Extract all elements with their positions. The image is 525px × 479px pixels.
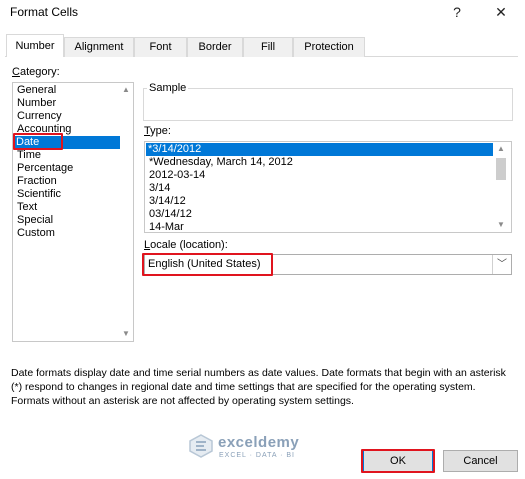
type-item[interactable]: *Wednesday, March 14, 2012 (147, 156, 295, 169)
tab-number[interactable]: Number (6, 34, 64, 57)
cancel-button[interactable]: Cancel (443, 450, 518, 472)
category-item-general[interactable]: General (15, 84, 58, 97)
type-item[interactable]: 3/14/12 (147, 195, 188, 208)
window-title: Format Cells (10, 5, 79, 19)
sample-group (143, 88, 513, 121)
category-item-scientific[interactable]: Scientific (15, 188, 63, 201)
category-item-number[interactable]: Number (15, 97, 58, 110)
category-item-fraction[interactable]: Fraction (15, 175, 59, 188)
type-item[interactable]: 03/14/12 (147, 208, 194, 221)
category-scroll-up-icon[interactable]: ▲ (120, 84, 132, 96)
tab-alignment[interactable]: Alignment (64, 37, 134, 57)
tab-alignment-label: Alignment (74, 41, 124, 53)
watermark-name: exceldemy (218, 434, 300, 451)
ok-highlight-box (361, 449, 435, 473)
exceldemy-watermark: exceldemy EXCEL · DATA · BI (188, 433, 338, 463)
category-item-custom[interactable]: Custom (15, 227, 57, 240)
category-label: Category: (12, 66, 60, 78)
locale-highlight-box (142, 253, 273, 276)
type-item[interactable]: 3/14 (147, 182, 172, 195)
tab-protection[interactable]: Protection (293, 37, 365, 57)
category-item-text[interactable]: Text (15, 201, 39, 214)
category-listbox[interactable]: General Number Currency Accounting Date … (12, 82, 134, 342)
format-description: Date formats display date and time seria… (11, 367, 506, 407)
chevron-down-icon[interactable]: ﹀ (492, 255, 511, 274)
category-item-percentage[interactable]: Percentage (15, 162, 75, 175)
category-scroll-down-icon[interactable]: ▼ (120, 328, 132, 340)
type-listbox[interactable]: *3/14/2012 *Wednesday, March 14, 2012 20… (144, 141, 512, 233)
close-button[interactable]: ✕ (488, 2, 514, 22)
tab-font[interactable]: Font (134, 37, 187, 57)
type-scroll-thumb[interactable] (496, 158, 506, 180)
type-item[interactable]: *3/14/2012 (146, 143, 493, 156)
sample-label: Sample (147, 82, 189, 94)
exceldemy-logo-icon (189, 434, 213, 458)
watermark-tagline: EXCEL · DATA · BI (219, 452, 295, 459)
category-item-special[interactable]: Special (15, 214, 55, 227)
tab-fill-label: Fill (260, 41, 276, 53)
date-highlight-box (13, 133, 63, 150)
tab-protection-label: Protection (304, 41, 354, 53)
type-scroll-up-icon[interactable]: ▲ (495, 143, 507, 155)
type-scroll-down-icon[interactable]: ▼ (495, 219, 507, 231)
category-item-currency[interactable]: Currency (15, 110, 64, 123)
locale-label: Locale (location): (144, 239, 228, 251)
tab-number-label: Number (15, 40, 55, 52)
type-item[interactable]: 14-Mar (147, 221, 186, 234)
tab-fill[interactable]: Fill (243, 37, 293, 57)
type-label: Type: (144, 125, 171, 137)
tab-border-label: Border (198, 41, 232, 53)
tab-border[interactable]: Border (187, 37, 243, 57)
category-item-time[interactable]: Time (15, 149, 43, 162)
help-button[interactable]: ? (444, 2, 470, 22)
type-item[interactable]: 2012-03-14 (147, 169, 207, 182)
tab-font-label: Font (149, 41, 172, 53)
